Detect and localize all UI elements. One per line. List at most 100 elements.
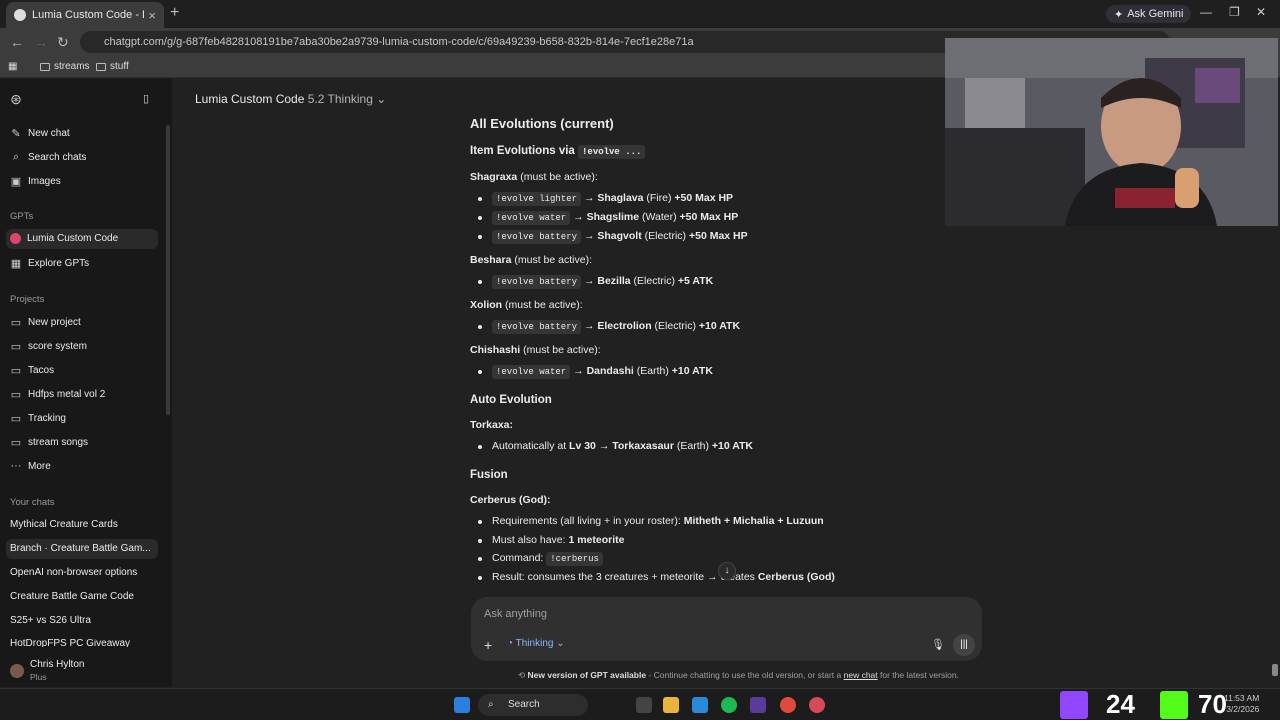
chat-item-label: Mythical Creature Cards	[10, 519, 118, 530]
model-selector[interactable]: Lumia Custom Code 5.2 Thinking ⌄	[195, 92, 386, 106]
notepad-icon[interactable]	[692, 697, 708, 713]
sidebar-scrollbar[interactable]	[166, 125, 170, 415]
ask-gemini-button[interactable]: ✦ Ask Gemini	[1106, 5, 1192, 23]
sidebar-item-project[interactable]: ▭ Tracking	[10, 412, 66, 425]
reload-icon[interactable]: ↻	[57, 34, 69, 51]
openai-logo-icon[interactable]: ⊛	[10, 91, 22, 108]
spotify-icon[interactable]	[721, 697, 737, 713]
tab-title: Lumia Custom Code - Branch	[32, 9, 144, 21]
microphone-icon[interactable]: 🎙	[931, 638, 945, 651]
browser-tab[interactable]: Lumia Custom Code - Branch ×	[6, 2, 164, 28]
sidebar-item-lumia-custom-code[interactable]: Lumia Custom Code	[10, 233, 118, 244]
composer: Ask anything + ◔ Thinking ⌄ 🎙 |||	[471, 597, 982, 661]
user-name: Chris Hylton	[30, 659, 85, 670]
chat-item[interactable]: OpenAI non-browser options	[10, 567, 137, 578]
your-chats-heading: Your chats	[10, 497, 55, 508]
folder-icon: ▭	[10, 389, 22, 401]
heading-fusion: Fusion	[470, 469, 508, 481]
xolion-label: Xolion (must be active):	[470, 299, 583, 311]
notice-text: - Continue chatting to use the old versi…	[648, 670, 842, 680]
close-window-icon[interactable]: ✕	[1256, 5, 1266, 19]
back-icon[interactable]: ←	[10, 34, 24, 50]
heading-all-evolutions: All Evolutions (current)	[470, 116, 614, 131]
taskbar-search[interactable]: ⌕ Search	[478, 694, 588, 716]
sidebar-item-label: Tracking	[28, 413, 66, 424]
new-chat-link[interactable]: new chat	[844, 670, 878, 680]
sidebar-item-new-project[interactable]: ▭ New project	[10, 316, 81, 329]
prompt-input[interactable]: Ask anything	[484, 608, 547, 620]
windows-start-icon[interactable]	[454, 697, 470, 713]
avatar	[10, 664, 24, 678]
lumia-gpt-icon	[10, 233, 21, 244]
image-icon: ▣	[10, 176, 22, 188]
chat-item[interactable]: HotDropFPS PC Giveaway	[10, 639, 130, 647]
list-item: !evolve battery → Shagvolt (Electric) +5…	[478, 230, 748, 244]
webcam-image	[945, 38, 1278, 226]
sidebar-item-label: Tacos	[28, 365, 55, 376]
task-view-icon[interactable]	[636, 697, 652, 713]
sidebar-item-project[interactable]: ▭ stream songs	[10, 436, 88, 449]
taskbar: ⌕ Search 24 70 11:53 AM 3/2/2026	[0, 688, 1280, 720]
new-tab-icon[interactable]: +	[170, 4, 179, 22]
chat-item[interactable]: Mythical Creature Cards	[10, 519, 118, 530]
projects-heading: Projects	[10, 294, 45, 305]
chrome-icon[interactable]	[780, 697, 796, 713]
system-clock[interactable]: 11:53 AM 3/2/2026	[1224, 693, 1259, 715]
minimize-icon[interactable]: —	[1200, 5, 1212, 19]
close-tab-icon[interactable]: ×	[148, 8, 156, 23]
user-plan: Plus	[30, 672, 47, 682]
hud-fx-icon[interactable]	[750, 697, 766, 713]
sidebar: ⊛ ▯ ✎ New chat ⌕ Search chats ▣ Images GPTs…	[0, 79, 172, 687]
search-icon: ⌕	[12, 151, 20, 163]
list-item: Result: consumes the 3 creatures + meteo…	[478, 571, 835, 583]
list-item: Must also have: 1 meteorite	[478, 534, 625, 546]
torkaxa-label: Torkaxa:	[470, 419, 513, 431]
bookmark-streams[interactable]: streams	[40, 61, 90, 72]
sidebar-item-label: Explore GPTs	[28, 258, 90, 269]
kick-icon	[1160, 691, 1188, 719]
sidebar-item-project[interactable]: ▭ Hdfps metal vol 2	[10, 388, 105, 401]
chat-item[interactable]: S25+ vs S26 Ultra	[10, 615, 91, 626]
clock-date: 3/2/2026	[1226, 704, 1260, 714]
restore-icon[interactable]: ❐	[1229, 5, 1240, 19]
forward-icon[interactable]: →	[34, 34, 48, 50]
mode-label: Thinking	[515, 638, 554, 649]
sidebar-item-label: More	[28, 460, 51, 472]
user-menu[interactable]: Chris Hylton Plus	[10, 659, 84, 683]
list-item: Requirements (all living + in your roste…	[478, 515, 824, 527]
search-chats-button[interactable]: ⌕ Search chats	[10, 151, 86, 164]
more-dots-icon: ···	[10, 460, 22, 472]
new-chat-button[interactable]: ✎ New chat	[10, 127, 69, 140]
chat-item-label: S25+ vs S26 Ultra	[10, 615, 91, 626]
webcam-overlay	[945, 38, 1278, 226]
model-name: 5.2 Thinking	[307, 92, 373, 106]
sidebar-item-label: Hdfps metal vol 2	[28, 389, 106, 400]
scroll-down-button[interactable]: ↓	[718, 562, 736, 580]
thinking-mode-button[interactable]: ◔ Thinking ⌄	[507, 638, 565, 649]
sidebar-item-more[interactable]: ··· More	[10, 460, 51, 472]
search-icon: ⌕	[488, 699, 494, 710]
chat-item-active[interactable]: Branch · Creature Battle Gam...	[10, 543, 151, 554]
bookmark-stuff[interactable]: stuff	[96, 61, 129, 72]
voice-mode-icon[interactable]: |||	[953, 634, 975, 656]
gpts-heading: GPTs	[10, 211, 34, 222]
chat-item[interactable]: Creature Battle Game Code	[10, 591, 134, 602]
page-scrollbar[interactable]	[1272, 664, 1278, 676]
shagraxa-label: Shagraxa (must be active):	[470, 171, 598, 183]
grid-icon: ▦	[10, 258, 22, 270]
images-button[interactable]: ▣ Images	[10, 175, 61, 188]
list-item: !evolve water → Shagslime (Water) +50 Ma…	[477, 211, 738, 225]
file-explorer-icon[interactable]	[663, 697, 679, 713]
folder-icon	[96, 62, 106, 71]
toggle-sidebar-icon[interactable]: ▯	[140, 92, 152, 105]
sidebar-item-project[interactable]: ▭ Tacos	[10, 364, 54, 377]
chat-item-label: HotDropFPS PC Giveaway	[10, 639, 131, 647]
attach-plus-icon[interactable]: +	[484, 637, 492, 653]
sidebar-item-project[interactable]: ▭ score system	[10, 340, 87, 353]
folder-icon: ▭	[10, 365, 22, 377]
sidebar-item-explore-gpts[interactable]: ▦ Explore GPTs	[10, 257, 89, 270]
chrome-active-icon[interactable]	[809, 697, 825, 713]
chevron-down-icon: ⌄	[376, 92, 387, 106]
apps-grid-icon[interactable]: ▦	[8, 61, 17, 72]
kick-counter: 70	[1198, 689, 1227, 719]
